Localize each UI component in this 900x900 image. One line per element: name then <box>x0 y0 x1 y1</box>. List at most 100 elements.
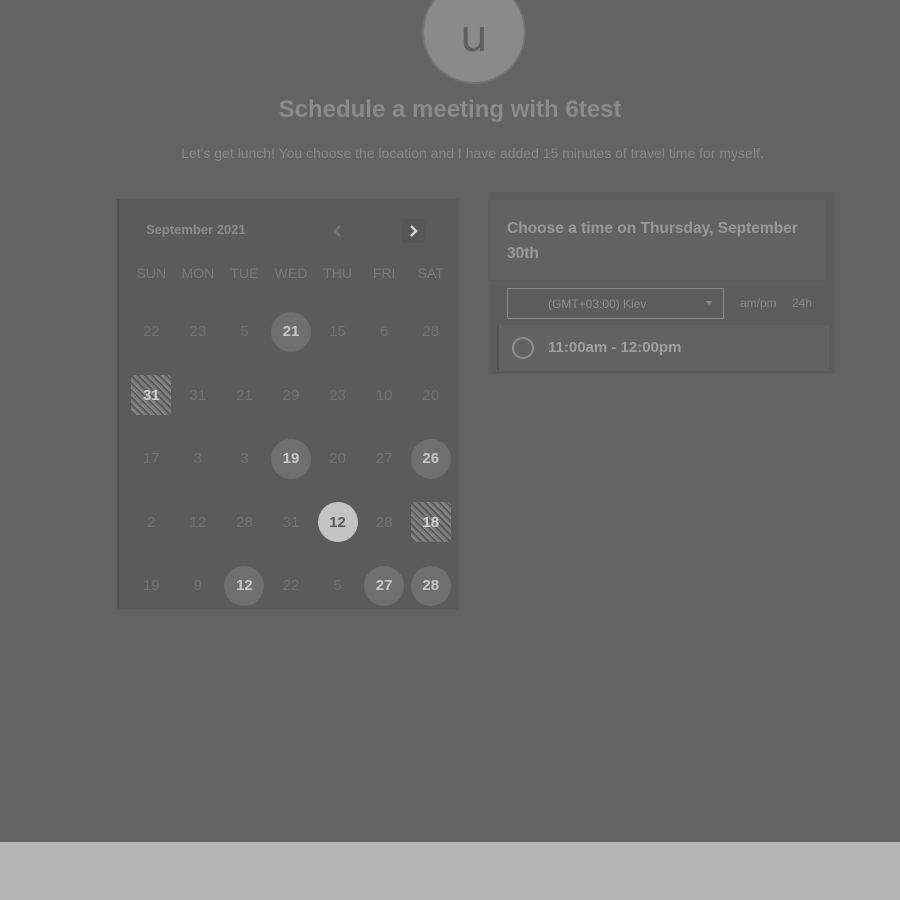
calendar-day: 3 <box>221 427 268 491</box>
calendar-day-available[interactable]: 26 <box>407 427 454 491</box>
page-title: Schedule a meeting with 6test <box>278 96 622 123</box>
calendar-day-selected[interactable]: 12 <box>314 491 361 555</box>
calendar-day: 10 <box>361 364 408 428</box>
calendar-day-number: 15 <box>329 323 346 341</box>
chevron-left-icon <box>333 225 341 237</box>
calendar-day-number: 22 <box>282 577 300 595</box>
timezone-select[interactable]: (GMT+03:00) Kiev <box>507 288 724 319</box>
calendar-day: 15 <box>314 300 361 364</box>
calendar-day-number: 28 <box>422 323 440 341</box>
calendar-day: 23 <box>314 364 361 428</box>
calendar-day: 28 <box>361 491 408 555</box>
calendar-day: 19 <box>128 554 175 618</box>
calendar-day: 23 <box>175 300 222 364</box>
calendar-day-available[interactable]: 12 <box>221 554 268 618</box>
calendar-day-number: 20 <box>329 450 346 468</box>
calendar-day-number: 31 <box>131 375 172 416</box>
scheduling-page: u Schedule a meeting with 6test Let's ge… <box>0 0 900 842</box>
calendar-day-grid: 22 23 5 21 15 6 28 31 31 21 29 23 10 20 17 3 3 19 20 27 26 2 1… <box>128 300 454 618</box>
calendar-day-number: 27 <box>375 450 393 468</box>
calendar-day: 12 <box>175 491 222 555</box>
calendar-day-number: 26 <box>410 438 451 479</box>
24h-format-toggle[interactable]: 24h <box>792 296 812 310</box>
calendar-day: 31 <box>128 364 175 428</box>
calendar-day-number: 9 <box>193 577 203 595</box>
time-selection-panel: Choose a time on Thursday, September 30t… <box>489 192 834 372</box>
calendar-day: 22 <box>128 300 175 364</box>
calendar-day: 3 <box>175 427 222 491</box>
calendar-day: 22 <box>268 554 315 618</box>
calendar-day-number: 28 <box>236 513 253 531</box>
weekday-label: SAT <box>417 265 444 281</box>
dropdown-arrow-icon <box>706 301 712 305</box>
calendar-month-label: September 2021 <box>146 222 246 237</box>
page-footer-strip <box>0 842 900 900</box>
weekday-label: FRI <box>372 265 396 281</box>
calendar-day-number: 28 <box>410 565 451 606</box>
ampm-format-toggle[interactable]: am/pm <box>740 296 777 310</box>
calendar-day-number: 31 <box>282 513 300 531</box>
calendar-day: 28 <box>221 491 268 555</box>
calendar-day: 31 <box>268 491 315 555</box>
avatar-letter: u <box>460 10 488 62</box>
time-panel-header: Choose a time on Thursday, September 30t… <box>490 200 826 280</box>
calendar-day: 5 <box>314 554 361 618</box>
radio-circle-icon[interactable] <box>512 336 534 359</box>
calendar-day-number: 5 <box>333 577 342 595</box>
selected-date-heading: Choose a time on Thursday, September 30t… <box>507 220 798 262</box>
time-slot-option[interactable]: 11:00am - 12:00pm <box>497 325 829 370</box>
calendar-day: 21 <box>221 364 268 428</box>
calendar-day-available[interactable]: 28 <box>407 554 454 618</box>
calendar-day-available[interactable]: 21 <box>268 300 315 364</box>
calendar-day-number: 12 <box>224 565 265 606</box>
time-slot-label: 11:00am - 12:00pm <box>548 339 682 356</box>
calendar-day: 5 <box>221 300 268 364</box>
timezone-value: (GMT+03:00) Kiev <box>548 296 647 311</box>
calendar-day-number: 12 <box>317 502 358 543</box>
calendar-day: 28 <box>407 300 454 364</box>
date-picker-calendar: September 2021 SUN MON TUE WED THU FRI SAT 22 2… <box>117 199 458 608</box>
calendar-day-number: 18 <box>410 502 451 543</box>
calendar-day-number: 12 <box>189 513 207 531</box>
weekday-label: WED <box>274 265 308 281</box>
weekday-label: THU <box>323 265 352 281</box>
calendar-day-number: 6 <box>379 323 389 341</box>
calendar-day: 20 <box>314 427 361 491</box>
weekday-label: MON <box>181 265 215 281</box>
calendar-day: 17 <box>128 427 175 491</box>
weekday-header-row: SUN MON TUE WED THU FRI SAT <box>128 265 454 281</box>
weekday-label: SUN <box>136 265 167 281</box>
calendar-day-number: 2 <box>147 513 156 531</box>
calendar-day-available[interactable]: 27 <box>361 554 408 618</box>
calendar-day-number: 23 <box>189 323 207 341</box>
calendar-day-number: 19 <box>270 438 311 479</box>
host-avatar: u <box>422 0 526 84</box>
calendar-day: 20 <box>407 364 454 428</box>
calendar-day-number: 23 <box>329 386 346 404</box>
next-month-button[interactable] <box>401 219 425 243</box>
calendar-day-number: 21 <box>270 311 311 352</box>
calendar-day-number: 31 <box>189 386 207 404</box>
weekday-label: TUE <box>230 265 259 281</box>
calendar-day-number: 22 <box>142 323 160 341</box>
calendar-day-number: 20 <box>422 386 440 404</box>
calendar-day: 29 <box>268 364 315 428</box>
calendar-day-number: 27 <box>364 565 405 606</box>
calendar-day-available[interactable]: 19 <box>268 427 315 491</box>
calendar-day: 27 <box>361 427 408 491</box>
calendar-day-number: 28 <box>375 513 393 531</box>
meeting-description: Let's get lunch! You choose the location… <box>181 145 764 161</box>
calendar-day-number: 17 <box>142 450 160 468</box>
previous-month-button[interactable] <box>326 219 350 243</box>
calendar-day-number: 3 <box>193 450 203 468</box>
calendar-day-number: 3 <box>240 450 249 468</box>
calendar-day-number: 10 <box>375 386 393 404</box>
calendar-day: 9 <box>175 554 222 618</box>
calendar-day: 31 <box>175 364 222 428</box>
calendar-day-number: 21 <box>236 386 253 404</box>
calendar-day: 6 <box>361 300 408 364</box>
calendar-day: 18 <box>407 491 454 555</box>
calendar-day-number: 5 <box>240 323 249 341</box>
chevron-right-icon <box>410 225 418 237</box>
calendar-day: 2 <box>128 491 175 555</box>
